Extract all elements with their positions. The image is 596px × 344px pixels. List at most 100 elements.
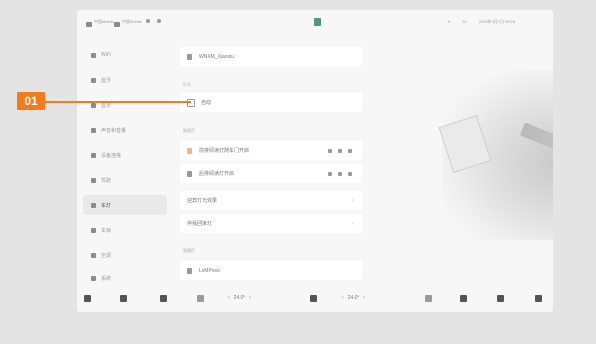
chevron-left-icon[interactable]: ‹ [342,295,344,301]
edit-icon[interactable] [338,148,342,153]
car-image-stripe [519,122,553,192]
signal-icon [86,21,92,27]
ac-power-icon [310,295,317,302]
display-icon [91,102,96,108]
lock-icon [91,227,96,233]
sidebar-item-ac[interactable]: 空调 [83,245,167,265]
fan-icon [197,295,204,302]
ambient-light-row[interactable]: LxMPoxo [180,261,362,280]
ambient-light-icon [187,267,192,274]
callout-badge: 01 [17,92,45,110]
car-button[interactable] [120,295,127,302]
volume-button[interactable] [535,295,542,302]
sidebar-item-label: 声音和音量 [101,127,127,134]
sidebar-item-label: 车锁 [101,227,112,234]
sidebar-item-sound[interactable]: 声音和音量 [83,120,167,140]
chevron-right-icon[interactable]: › [249,295,251,301]
apps-icon [497,295,504,302]
row-label: LxMPoxo [199,267,220,274]
section-label: 氛围灯 [183,248,195,253]
apps-button[interactable] [497,295,504,302]
wiper-button[interactable] [425,295,432,302]
music-button[interactable] [460,295,467,302]
delete-icon[interactable] [348,171,352,176]
device-name-row[interactable]: WNXM_Xiaoxiu [180,47,362,66]
carrier-1: 中国Mobile [86,19,114,29]
row-label: 伴我回家灯 [187,221,213,227]
wifi-icon [91,52,96,58]
drive-icon [91,177,96,183]
section-label: 阅读灯 [183,128,195,133]
carrier-label: 中国Mobile [94,19,114,24]
reading-light-icon [187,170,192,177]
edit-icon[interactable] [338,171,342,176]
seat-icon [160,295,167,302]
bluetooth-icon [146,19,150,23]
fan-button[interactable] [197,295,204,302]
carrier-2: 中国Mobile [114,19,142,29]
sidebar-item-display[interactable]: 显示 [83,95,167,115]
home-icon [84,295,91,302]
chevron-left-icon[interactable]: ‹ [228,295,230,301]
status-icons [146,19,161,23]
car-icon [120,295,127,302]
sidebar-item-label: 空调 [101,252,112,259]
row-controls [328,148,352,153]
system-icon [91,275,96,281]
reading-light-icon [187,147,192,154]
toggle-icon[interactable] [328,148,332,153]
toggle-icon[interactable] [328,171,332,176]
temp-left[interactable]: ‹ 24.0° › [228,295,251,301]
row-label: 后排阅读灯开启 [199,171,235,177]
auto-lights-label: 自动 [201,100,212,106]
seat-button[interactable] [160,295,167,302]
home-button[interactable] [84,295,91,302]
music-icon [460,295,467,302]
status-count: 0 [448,19,451,24]
sidebar-item-lock[interactable]: 车锁 [83,220,167,240]
callout-line [45,101,191,103]
delete-icon[interactable] [348,148,352,153]
row-controls [328,171,352,176]
sidebar-item-label: 驾驶 [101,177,112,184]
chevron-right-icon: › [352,220,354,227]
status-temp: 22 [462,19,467,24]
temp-right[interactable]: ‹ 24.0° › [342,295,365,301]
sidebar-item-label: 系统 [101,275,112,282]
sidebar-item-lights[interactable]: 车灯 [83,195,167,215]
row-label: 前排阅读灯随车门开启 [199,148,250,154]
welcome-light-row[interactable]: 迎宾灯光效果 › [180,191,362,210]
sidebar-item-label: 设备连接 [101,152,122,159]
status-time: 2023年4月1日 09:15 [478,19,516,24]
sidebar-item-device[interactable]: 设备连接 [83,145,167,165]
carrier-label: 中国Mobile [122,19,142,24]
volume-icon [535,295,542,302]
device-icon [187,53,192,60]
sidebar-item-label: WiFi [101,52,111,58]
signal-icon [114,21,120,27]
sidebar-item-drive[interactable]: 驾驶 [83,170,167,190]
app-green-icon[interactable] [314,18,321,26]
sidebar-item-label: 蓝牙 [101,77,112,84]
sidebar-item-wifi[interactable]: WiFi [83,45,167,65]
sidebar-item-bluetooth[interactable]: 蓝牙 [83,70,167,90]
reading-light-front-row[interactable]: 前排阅读灯随车门开启 [180,141,362,160]
follow-home-light-row[interactable]: 伴我回家灯 › [180,214,362,233]
temp-left-value: 24.0° [233,295,246,301]
temp-right-value: 24.0° [347,295,360,301]
auto-lights-row[interactable]: 自动 [180,93,362,112]
ac-power-button[interactable] [310,295,317,302]
reading-light-rear-row[interactable]: 后排阅读灯开启 [180,164,362,183]
chevron-right-icon[interactable]: › [363,295,365,301]
sound-icon [91,127,96,133]
sidebar-item-system[interactable]: 系统 [83,268,167,288]
wifi-icon [157,19,161,23]
section-label: 灯光 [183,82,191,87]
chevron-right-icon: › [352,197,354,204]
row-label: 迎宾灯光效果 [187,198,218,204]
status-right: 0 22 2023年4月1日 09:15 [448,19,515,29]
light-icon [91,202,96,208]
ac-icon [91,252,96,258]
bluetooth-icon [91,77,96,83]
sidebar-item-label: 车灯 [101,202,112,209]
